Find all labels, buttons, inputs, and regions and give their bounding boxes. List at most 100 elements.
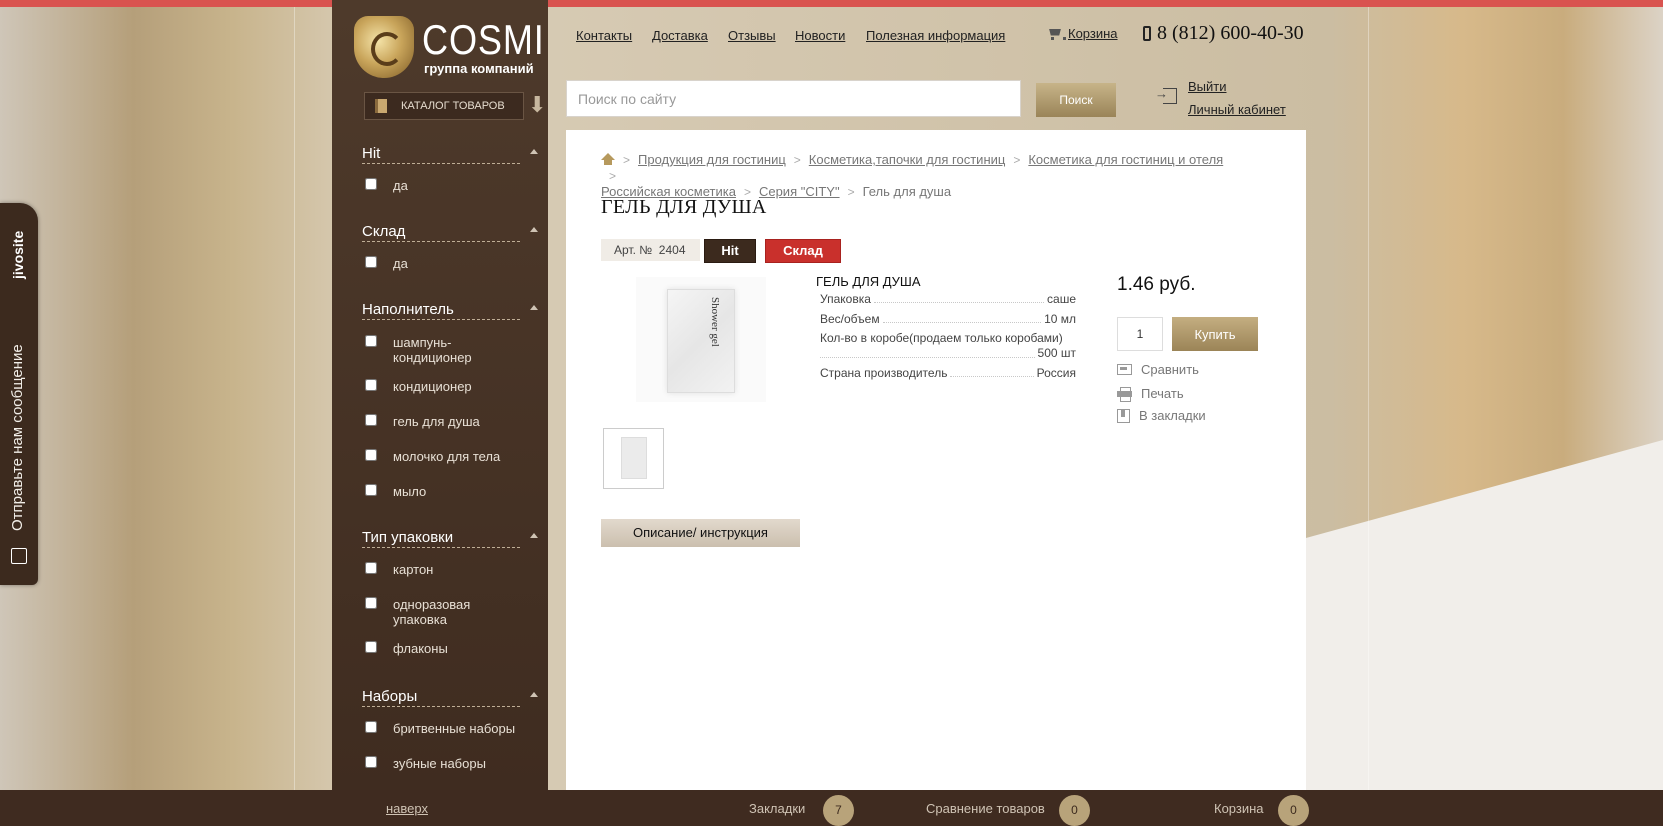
search-input[interactable] — [566, 80, 1021, 117]
filter-option[interactable]: флаконы — [362, 641, 537, 656]
footer-cart-label[interactable]: Корзина — [1214, 801, 1264, 816]
bookmarks-count-badge[interactable]: 7 — [823, 795, 854, 826]
compare-icon — [1117, 364, 1132, 375]
filter-group-filler: Наполнитель шампунь-кондиционер кондицио… — [362, 301, 538, 499]
filter-option[interactable]: зубные наборы — [362, 756, 537, 771]
footer-bookmarks-label[interactable]: Закладки — [749, 801, 805, 816]
filter-checkbox[interactable] — [365, 721, 377, 733]
background-line — [294, 7, 295, 790]
back-to-top-link[interactable]: наверх — [386, 801, 428, 816]
chat-widget[interactable]: jivosite Отправьте нам сообщение — [0, 203, 38, 585]
cabinet-link[interactable]: Личный кабинет — [1188, 102, 1286, 117]
product-panel: > Продукция для гостиниц > Косметика,тапочк… — [566, 130, 1306, 790]
breadcrumb-link[interactable]: Продукция для гостиниц — [638, 152, 786, 167]
product-image-sachet — [667, 289, 735, 393]
filter-option[interactable]: да — [362, 256, 537, 271]
article-number: Арт. № 2404 — [601, 239, 700, 261]
bookmark-icon — [1117, 408, 1130, 423]
filter-checkbox[interactable] — [365, 641, 377, 653]
collapse-caret-icon[interactable] — [530, 149, 538, 154]
product-thumbnail[interactable] — [603, 428, 664, 489]
search-button[interactable]: Поиск — [1036, 83, 1116, 117]
chat-widget-brand: jivosite — [10, 230, 26, 280]
filter-option[interactable]: мыло — [362, 484, 537, 499]
filter-title[interactable]: Наполнитель — [362, 301, 520, 320]
filter-checkbox[interactable] — [365, 449, 377, 461]
arrow-down-icon[interactable]: ⬇ — [528, 94, 546, 116]
nav-link-news[interactable]: Новости — [795, 28, 845, 43]
background-decoration — [1306, 440, 1663, 790]
filter-group-sets: Наборы бритвенные наборы зубные наборы — [362, 688, 538, 771]
filter-title[interactable]: Hit — [362, 145, 520, 164]
filter-checkbox[interactable] — [365, 484, 377, 496]
top-accent-stripe — [0, 0, 1663, 7]
breadcrumb-link[interactable]: Серия "CITY" — [759, 184, 840, 199]
filter-option[interactable]: молочко для тела — [362, 449, 537, 464]
nav-cart-link[interactable]: Корзина — [1047, 26, 1118, 41]
filter-option[interactable]: бритвенные наборы — [362, 721, 537, 736]
filter-group-hit: Hit да — [362, 145, 538, 193]
product-image-label: Shower gel — [709, 297, 721, 347]
filter-checkbox[interactable] — [365, 335, 377, 347]
chat-widget-label: Отправьте нам сообщение — [9, 344, 26, 532]
filter-option[interactable]: да — [362, 178, 537, 193]
cart-link-label[interactable]: Корзина — [1068, 26, 1118, 41]
collapse-caret-icon[interactable] — [530, 227, 538, 232]
logout-link[interactable]: Выйти — [1188, 79, 1227, 94]
nav-link-contacts[interactable]: Контакты — [576, 28, 632, 43]
filter-title[interactable]: Наборы — [362, 688, 520, 707]
filter-option[interactable]: одноразовая упаковка — [362, 597, 537, 627]
collapse-caret-icon[interactable] — [530, 533, 538, 538]
filter-checkbox[interactable] — [365, 256, 377, 268]
book-icon — [375, 99, 387, 113]
collapse-caret-icon[interactable] — [530, 305, 538, 310]
product-price: 1.46 руб. — [1117, 274, 1196, 295]
catalog-button[interactable]: КАТАЛОГ ТОВАРОВ — [364, 92, 524, 120]
filter-checkbox[interactable] — [365, 178, 377, 190]
filter-option[interactable]: гель для душа — [362, 414, 537, 429]
breadcrumb-link[interactable]: Косметика,тапочки для гостиниц — [809, 152, 1006, 167]
nav-link-reviews[interactable]: Отзывы — [728, 28, 776, 43]
logo-emblem-icon — [354, 16, 414, 78]
compare-count-badge[interactable]: 0 — [1059, 795, 1090, 826]
home-icon[interactable] — [601, 153, 615, 165]
filter-group-stock: Склад да — [362, 223, 538, 271]
print-icon — [1117, 387, 1132, 402]
properties-title: ГЕЛЬ ДЛЯ ДУША — [816, 274, 921, 289]
property-row: Страна производитель Россия — [820, 366, 1076, 380]
filter-checkbox[interactable] — [365, 562, 377, 574]
logo[interactable]: COSMI группа компаний — [354, 16, 565, 78]
background-line — [1368, 7, 1369, 790]
stock-badge: Склад — [765, 239, 841, 263]
filter-title[interactable]: Склад — [362, 223, 520, 242]
property-row: Упаковка саше — [820, 292, 1076, 306]
bookmark-action[interactable]: В закладки — [1117, 408, 1206, 423]
filter-checkbox[interactable] — [365, 379, 377, 391]
compare-action[interactable]: Сравнить — [1117, 362, 1199, 377]
nav-link-useful-info[interactable]: Полезная информация — [866, 28, 1005, 43]
logout-icon[interactable] — [1155, 86, 1177, 104]
page-title: ГЕЛЬ ДЛЯ ДУША — [601, 196, 767, 218]
logo-name: COSMI — [422, 15, 545, 63]
buy-button[interactable]: Купить — [1172, 317, 1258, 351]
cart-icon — [1047, 28, 1066, 40]
filter-option[interactable]: шампунь-кондиционер — [362, 335, 537, 365]
filter-title[interactable]: Тип упаковки — [362, 529, 520, 548]
filter-option[interactable]: картон — [362, 562, 537, 577]
collapse-caret-icon[interactable] — [530, 692, 538, 697]
quantity-input[interactable] — [1117, 317, 1163, 351]
filter-option[interactable]: кондиционер — [362, 379, 537, 394]
breadcrumb-link[interactable]: Косметика для гостиниц и отеля — [1028, 152, 1223, 167]
logo-subtitle: группа компаний — [424, 60, 534, 76]
property-row: Кол-во в коробе(продаем только коробами)… — [820, 331, 1076, 360]
filter-checkbox[interactable] — [365, 756, 377, 768]
footer-compare-label[interactable]: Сравнение товаров — [926, 801, 1045, 816]
filter-checkbox[interactable] — [365, 597, 377, 609]
filter-checkbox[interactable] — [365, 414, 377, 426]
filter-group-package: Тип упаковки картон одноразовая упаковка… — [362, 529, 538, 656]
phone-icon — [1143, 26, 1151, 41]
nav-link-delivery[interactable]: Доставка — [652, 28, 708, 43]
cart-count-badge[interactable]: 0 — [1278, 795, 1309, 826]
description-tab[interactable]: Описание/ инструкция — [601, 519, 800, 547]
print-action[interactable]: Печать — [1117, 386, 1184, 402]
